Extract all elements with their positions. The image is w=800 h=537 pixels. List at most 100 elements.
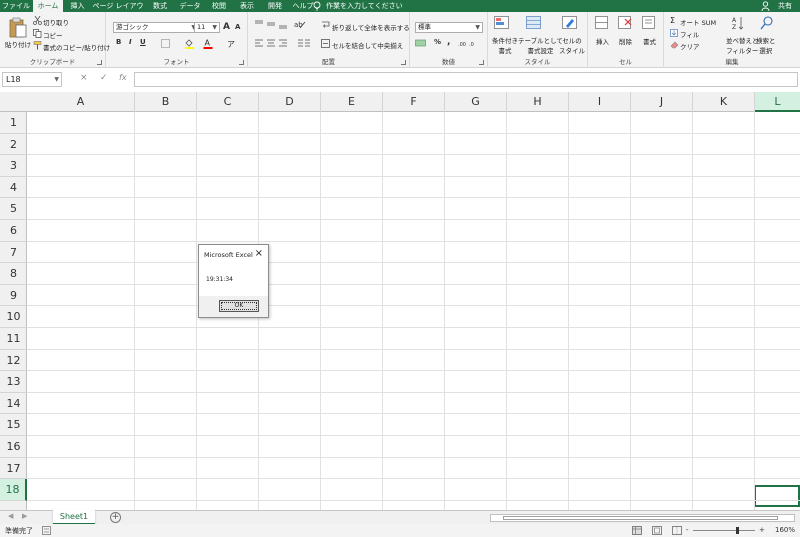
- macro-record-icon[interactable]: [42, 526, 51, 535]
- zoom-slider-handle[interactable]: [736, 527, 739, 534]
- next-sheet-icon[interactable]: ▶: [22, 512, 27, 520]
- tab-insert[interactable]: 挿入: [65, 0, 90, 12]
- font-launcher[interactable]: [239, 60, 244, 65]
- tab-data[interactable]: データ: [176, 0, 204, 12]
- copy-button[interactable]: コピー: [43, 30, 63, 40]
- share-button[interactable]: 共有: [778, 0, 792, 12]
- row-header-13[interactable]: 13: [0, 371, 27, 393]
- autosum-button[interactable]: オート SUM: [680, 17, 716, 27]
- column-header-k[interactable]: K: [693, 92, 755, 112]
- selected-cell[interactable]: [754, 485, 800, 507]
- page-break-view-icon[interactable]: [672, 526, 682, 535]
- tab-file[interactable]: ファイル: [2, 0, 30, 12]
- clear-button[interactable]: クリア: [680, 41, 700, 51]
- column-header-d[interactable]: D: [259, 92, 321, 112]
- row-header-5[interactable]: 5: [0, 198, 27, 220]
- tell-me-search[interactable]: 作業を入力してください: [326, 0, 403, 12]
- row-header-6[interactable]: 6: [0, 220, 27, 242]
- sheet-tab-sheet1[interactable]: Sheet1: [53, 510, 95, 525]
- column-header-l[interactable]: L: [755, 92, 800, 112]
- formula-input[interactable]: [134, 72, 798, 87]
- column-header-c[interactable]: C: [197, 92, 259, 112]
- close-icon[interactable]: ×: [255, 248, 263, 259]
- vertical-align-icons[interactable]: [254, 20, 290, 29]
- row-header-4[interactable]: 4: [0, 177, 27, 199]
- tab-page-layout[interactable]: ページ レイアウト: [92, 0, 144, 22]
- ok-button[interactable]: OK: [219, 300, 259, 312]
- alignment-launcher[interactable]: [401, 60, 406, 65]
- add-sheet-button[interactable]: +: [110, 512, 121, 523]
- name-box[interactable]: L18 ▼: [2, 72, 62, 87]
- scrollbar-thumb[interactable]: [503, 516, 778, 520]
- horizontal-align-icons[interactable]: [254, 39, 290, 48]
- column-header-a[interactable]: A: [27, 92, 135, 112]
- column-header-h[interactable]: H: [507, 92, 569, 112]
- clipboard-launcher[interactable]: [97, 60, 102, 65]
- zoom-in-button[interactable]: +: [759, 526, 765, 534]
- column-header-f[interactable]: F: [383, 92, 445, 112]
- font-color-icon[interactable]: A: [203, 38, 213, 49]
- decimal-icons[interactable]: .00 .0: [458, 39, 480, 48]
- cell-styles-button[interactable]: セルの スタイル: [559, 35, 585, 55]
- row-header-15[interactable]: 15: [0, 414, 27, 436]
- paste-icon[interactable]: [8, 17, 28, 39]
- row-header-2[interactable]: 2: [0, 134, 27, 156]
- row-header-16[interactable]: 16: [0, 436, 27, 458]
- zoom-slider-track[interactable]: [693, 530, 755, 531]
- fill-color-icon[interactable]: [184, 38, 195, 49]
- row-header-12[interactable]: 12: [0, 350, 27, 372]
- insert-cells-button[interactable]: 挿入: [596, 36, 609, 46]
- prev-sheet-icon[interactable]: ◀: [8, 512, 13, 520]
- conditional-format-button[interactable]: 条件付き 書式: [492, 35, 518, 55]
- merge-center-button[interactable]: セルを結合して中央揃え: [332, 40, 403, 50]
- row-header-9[interactable]: 9: [0, 285, 27, 307]
- number-launcher[interactable]: [479, 60, 484, 65]
- grow-font-button[interactable]: A: [223, 22, 230, 32]
- column-header-g[interactable]: G: [445, 92, 507, 112]
- row-header-17[interactable]: 17: [0, 458, 27, 480]
- border-icon[interactable]: [161, 39, 170, 48]
- cell-area[interactable]: [27, 112, 800, 510]
- row-header-8[interactable]: 8: [0, 263, 27, 285]
- accounting-format-icon[interactable]: [415, 39, 427, 48]
- fill-button[interactable]: フィル: [680, 29, 699, 39]
- tab-review[interactable]: 校閲: [207, 0, 231, 12]
- bold-button[interactable]: B: [116, 38, 121, 46]
- column-header-j[interactable]: J: [631, 92, 693, 112]
- row-header-3[interactable]: 3: [0, 155, 27, 177]
- cut-button[interactable]: 切り取り: [43, 17, 69, 27]
- column-header-i[interactable]: I: [569, 92, 631, 112]
- row-header-7[interactable]: 7: [0, 242, 27, 264]
- shrink-font-button[interactable]: A: [235, 23, 240, 31]
- tab-home[interactable]: ホーム: [33, 0, 63, 12]
- format-as-table-button[interactable]: テーブルとして 書式設定: [518, 35, 563, 55]
- italic-button[interactable]: I: [129, 38, 132, 46]
- confirm-entry-button[interactable]: ✓: [100, 73, 108, 83]
- paste-button[interactable]: 貼り付け: [5, 39, 31, 49]
- column-header-e[interactable]: E: [321, 92, 383, 112]
- row-header-18[interactable]: 18: [0, 479, 27, 501]
- font-name-select[interactable]: 游ゴシック ▼: [113, 22, 199, 33]
- wrap-text-button[interactable]: 折り返して全体を表示する: [332, 22, 410, 32]
- format-cells-button[interactable]: 書式: [643, 36, 656, 46]
- number-format-select[interactable]: 標準 ▼: [415, 22, 483, 33]
- format-painter-button[interactable]: 書式のコピー/貼り付け: [43, 42, 110, 52]
- font-size-select[interactable]: 11 ▼: [194, 22, 220, 33]
- comma-button[interactable]: ,: [447, 37, 450, 47]
- row-header-1[interactable]: 1: [0, 112, 27, 134]
- underline-button[interactable]: U: [140, 38, 146, 46]
- horizontal-scrollbar[interactable]: [490, 514, 795, 522]
- sort-filter-button[interactable]: 並べ替えと フィルター: [726, 35, 759, 55]
- phonetic-icon[interactable]: ア: [226, 38, 236, 49]
- zoom-level[interactable]: 160%: [775, 526, 795, 534]
- zoom-out-button[interactable]: -: [686, 526, 689, 534]
- row-header-14[interactable]: 14: [0, 393, 27, 415]
- normal-view-icon[interactable]: [632, 526, 642, 535]
- column-header-b[interactable]: B: [135, 92, 197, 112]
- insert-function-button[interactable]: fx: [119, 73, 127, 82]
- row-header-11[interactable]: 11: [0, 328, 27, 350]
- tab-formulas[interactable]: 数式: [148, 0, 172, 12]
- delete-cells-button[interactable]: 削除: [619, 36, 632, 46]
- cancel-entry-button[interactable]: ×: [80, 73, 88, 83]
- tab-view[interactable]: 表示: [235, 0, 259, 12]
